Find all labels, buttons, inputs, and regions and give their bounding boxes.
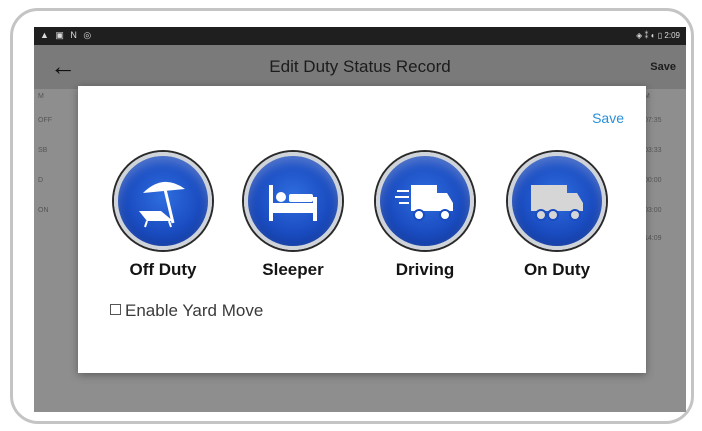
app-bar: ← Edit Duty Status Record Save	[34, 45, 686, 89]
dialog-save-button[interactable]: Save	[592, 110, 624, 126]
grid-total: 00:00	[644, 177, 662, 184]
status-bar-system-info: ◈ ⁑ ◐ ▯ 2:09	[636, 31, 680, 40]
driving-button[interactable]: Driving	[370, 152, 480, 280]
grid-left-labels: M OFF SB D ON	[34, 89, 76, 289]
grid-label: SB	[38, 147, 48, 154]
appbar-save-button[interactable]: Save	[650, 61, 676, 73]
parked-truck-icon	[508, 152, 606, 250]
grid-label: OFF	[38, 117, 52, 124]
sleeper-label: Sleeper	[262, 260, 324, 279]
on-duty-button[interactable]: On Duty	[502, 152, 612, 280]
grid-total: 03:33	[644, 147, 662, 154]
page-title: Edit Duty Status Record	[269, 57, 451, 76]
status-bar-notification-icons: ▲ ▣ N ◎	[40, 30, 94, 40]
yard-move-checkbox[interactable]	[110, 304, 121, 316]
sleeper-button[interactable]: Sleeper	[238, 152, 348, 280]
off-duty-button[interactable]: Off Duty	[108, 152, 218, 280]
beach-umbrella-icon	[114, 152, 212, 250]
status-bar: ▲ ▣ N ◎ ◈ ⁑ ◐ ▯ 2:09	[34, 27, 686, 45]
grid-total: 07:35	[644, 117, 662, 124]
duty-status-dialog: Save Off Duty Sleeper Driving On Duty En…	[78, 86, 646, 373]
grid-label: ON	[38, 207, 49, 214]
grid-total: 14:09	[644, 235, 662, 242]
moving-truck-icon	[376, 152, 474, 250]
yard-move-option[interactable]: Enable Yard Move	[110, 301, 263, 321]
driving-label: Driving	[395, 260, 455, 279]
on-duty-label: On Duty	[523, 260, 591, 279]
yard-move-label: Enable Yard Move	[125, 301, 264, 320]
bed-icon	[244, 152, 342, 250]
grid-total: 03:00	[644, 207, 662, 214]
grid-label: M	[38, 93, 44, 100]
off-duty-label: Off Duty	[129, 260, 197, 279]
grid-label: D	[38, 177, 44, 184]
